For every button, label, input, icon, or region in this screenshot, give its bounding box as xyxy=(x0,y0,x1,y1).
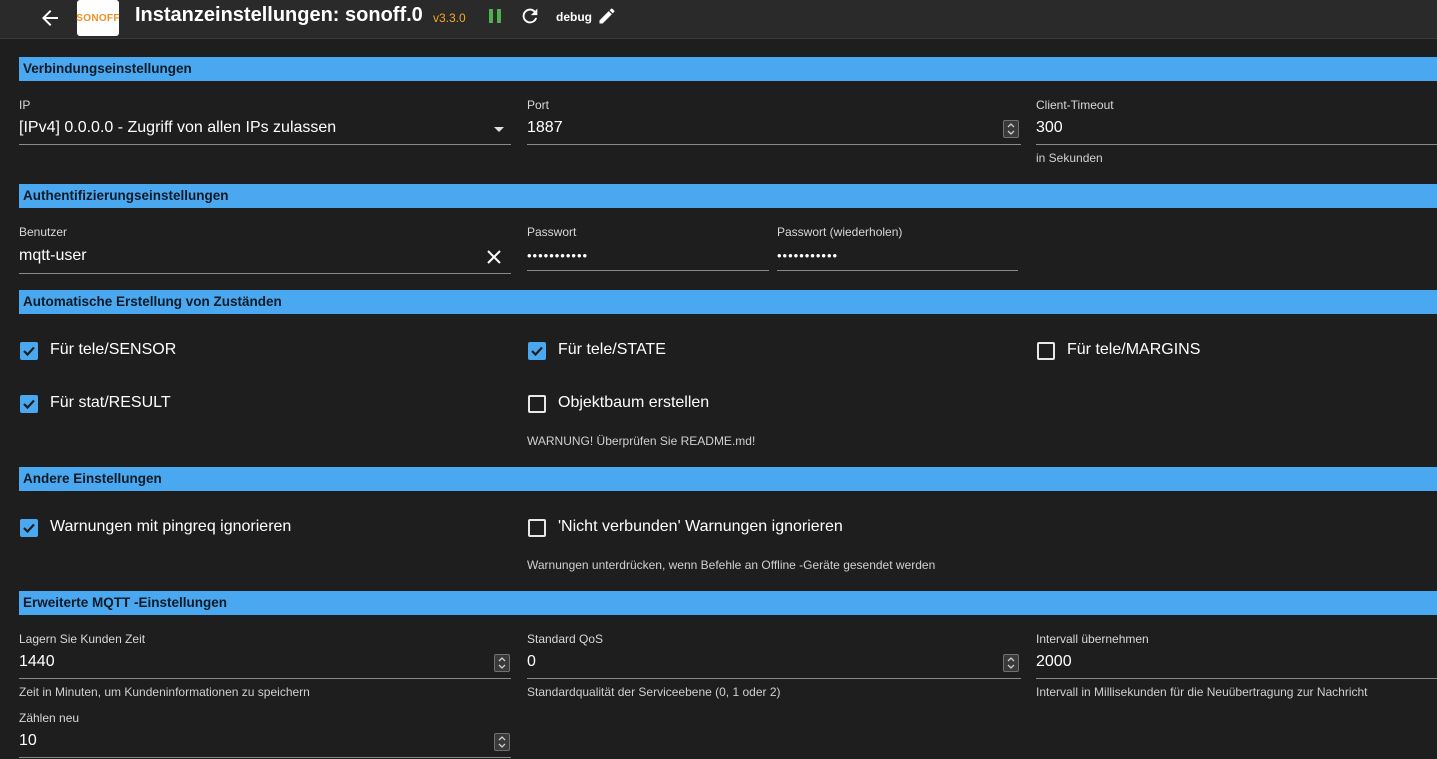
tele-margins-label[interactable]: Für tele/MARGINS xyxy=(1067,341,1200,359)
password-input[interactable]: ••••••••••• xyxy=(527,248,588,263)
chevron-down-icon[interactable] xyxy=(494,127,504,132)
tele-sensor-label[interactable]: Für tele/SENSOR xyxy=(50,341,176,359)
retransmit-label: Intervall übernehmen xyxy=(1036,632,1149,646)
ignore-pingreq-checkbox[interactable] xyxy=(20,519,38,537)
port-label: Port xyxy=(527,98,550,112)
port-underline xyxy=(527,144,1021,145)
object-tree-checkbox[interactable] xyxy=(528,395,546,413)
retransmit-underline xyxy=(1036,678,1437,679)
store-time-helper: Zeit in Minuten, um Kundeninformationen … xyxy=(19,685,310,699)
qos-underline xyxy=(527,678,1021,679)
qos-label: Standard QoS xyxy=(527,632,604,646)
check-icon xyxy=(23,399,35,410)
user-label: Benutzer xyxy=(19,225,68,239)
tele-state-label[interactable]: Für tele/STATE xyxy=(558,341,666,359)
timeout-input[interactable]: 300 xyxy=(1036,119,1063,137)
password-label: Passwort xyxy=(527,225,577,239)
store-time-label: Lagern Sie Kunden Zeit xyxy=(19,632,146,646)
stat-result-label[interactable]: Für stat/RESULT xyxy=(50,394,171,412)
password-repeat-input[interactable]: ••••••••••• xyxy=(777,248,838,263)
ip-underline xyxy=(19,144,511,145)
check-icon xyxy=(531,346,543,357)
port-stepper[interactable] xyxy=(1003,120,1019,138)
version-badge: v3.3.0 xyxy=(433,11,466,25)
ignore-not-connected-label[interactable]: 'Nicht verbunden' Warnungen ignorieren xyxy=(558,518,843,536)
edit-pencil-icon[interactable] xyxy=(597,6,617,26)
object-tree-warning: WARNUNG! Überprüfen Sie README.md! xyxy=(527,434,756,448)
timeout-underline xyxy=(1036,144,1437,145)
section-other: Andere Einstellungen xyxy=(19,467,1437,491)
store-time-stepper[interactable] xyxy=(494,654,510,672)
password-underline xyxy=(527,270,769,271)
password-repeat-label: Passwort (wiederholen) xyxy=(777,225,903,239)
stat-result-checkbox[interactable] xyxy=(20,395,38,413)
ignore-pingreq-label[interactable]: Warnungen mit pingreq ignorieren xyxy=(50,518,291,536)
reload-icon[interactable] xyxy=(519,5,541,27)
retransmit-helper: Intervall in Millisekunden für die Neuüb… xyxy=(1036,685,1368,699)
tele-sensor-checkbox[interactable] xyxy=(20,342,38,360)
store-time-underline xyxy=(19,678,511,679)
check-icon xyxy=(23,523,35,534)
section-mqtt: Erweiterte MQTT -Einstellungen xyxy=(19,591,1437,615)
recount-input[interactable]: 10 xyxy=(19,732,37,750)
store-time-input[interactable]: 1440 xyxy=(19,653,55,671)
ignore-not-connected-helper: Warnungen unterdrücken, wenn Befehle an … xyxy=(527,558,936,572)
ignore-not-connected-checkbox[interactable] xyxy=(528,519,546,537)
pause-icon[interactable] xyxy=(486,6,504,26)
ip-label: IP xyxy=(19,98,31,112)
qos-input[interactable]: 0 xyxy=(527,653,536,671)
close-icon[interactable] xyxy=(486,249,502,265)
password-repeat-underline xyxy=(777,270,1018,271)
retransmit-input[interactable]: 2000 xyxy=(1036,653,1072,671)
page-title: Instanzeinstellungen: sonoff.0 xyxy=(135,4,423,26)
sonoff-logo: SONOFF xyxy=(76,0,119,36)
section-auth: Authentifizierungseinstellungen xyxy=(19,184,1437,208)
user-underline xyxy=(19,273,511,274)
tele-margins-checkbox[interactable] xyxy=(1037,342,1055,360)
log-level: debug xyxy=(556,10,592,24)
section-connection: Verbindungseinstellungen xyxy=(19,57,1437,81)
recount-label: Zählen neu xyxy=(19,711,80,725)
app-header: SONOFF Instanzeinstellungen: sonoff.0 v3… xyxy=(0,0,1437,39)
section-auto-states: Automatische Erstellung von Zuständen xyxy=(19,290,1437,314)
ip-select[interactable]: [IPv4] 0.0.0.0 - Zugriff von allen IPs z… xyxy=(19,119,336,137)
qos-stepper[interactable] xyxy=(1003,654,1019,672)
port-input[interactable]: 1887 xyxy=(527,119,563,137)
recount-underline xyxy=(19,757,511,758)
check-icon xyxy=(23,346,35,357)
back-arrow-icon[interactable] xyxy=(38,6,62,30)
tele-state-checkbox[interactable] xyxy=(528,342,546,360)
qos-helper: Standardqualität der Serviceebene (0, 1 … xyxy=(527,685,781,699)
recount-stepper[interactable] xyxy=(494,733,510,751)
user-input[interactable]: mqtt-user xyxy=(19,247,87,265)
timeout-helper: in Sekunden xyxy=(1036,151,1103,165)
timeout-label: Client-Timeout xyxy=(1036,98,1114,112)
object-tree-label[interactable]: Objektbaum erstellen xyxy=(558,394,709,412)
